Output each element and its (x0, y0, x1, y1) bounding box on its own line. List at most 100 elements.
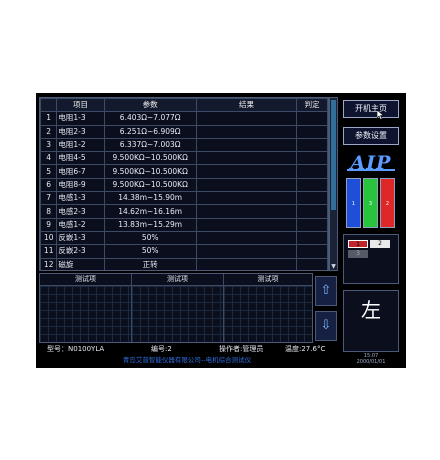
test-column-3: 测试项 (224, 274, 312, 342)
row-item-cell: 电阻6-7 (56, 164, 105, 179)
test-column-header: 测试项 (132, 274, 223, 286)
row-item-cell: 反嵌2-3 (56, 244, 105, 259)
row-index-cell: 8 (40, 204, 58, 219)
rgb-indicator-red: 2 (380, 178, 395, 228)
row-item-cell: 电阻8-9 (56, 177, 105, 193)
table-row[interactable]: 12 磁旋 正转 (40, 257, 328, 270)
clock: 15:07 2000/01/01 (343, 353, 399, 367)
row-param-cell: 50% (103, 244, 197, 259)
row-verdict-cell (296, 177, 328, 193)
row-result-cell (195, 204, 298, 219)
table-row[interactable]: 4 电阻4-5 9.500KΩ~10.500KΩ (40, 151, 328, 166)
row-result-cell (195, 111, 298, 126)
row-result-cell (195, 151, 298, 166)
row-param-cell: 6.403Ω~7.077Ω (103, 111, 197, 126)
row-verdict-cell (296, 230, 328, 246)
row-param-cell: 正转 (103, 257, 197, 270)
row-item-cell: 电阻2-3 (56, 124, 105, 139)
row-result-cell (195, 217, 298, 232)
row-verdict-cell (296, 217, 328, 232)
row-index-cell: 10 (40, 230, 58, 246)
row-item-cell: 磁旋 (56, 257, 105, 270)
model-label: 型号：N0100YLA (47, 345, 105, 353)
scrollbar-thumb[interactable] (331, 100, 336, 210)
table-row[interactable]: 8 电感2-3 14.62m~16.16m (40, 204, 328, 219)
row-index-cell: 11 (40, 244, 58, 259)
table-row[interactable]: 10 反嵌1-3 50% (40, 230, 328, 246)
row-index-cell: 7 (40, 191, 58, 206)
row-result-cell (195, 191, 298, 206)
row-item-cell: 电阻4-5 (56, 151, 105, 166)
channel-selector-panel: 1 2 3 (343, 234, 399, 284)
scroll-up-button[interactable]: ⇧ (315, 276, 337, 306)
row-index-cell: 6 (40, 177, 58, 193)
column-header-result: 结果 (195, 98, 298, 113)
row-item-cell: 电阻1-3 (56, 111, 105, 126)
mouse-cursor-icon (377, 110, 385, 120)
column-header-index (40, 98, 58, 113)
row-verdict-cell (296, 137, 328, 153)
row-param-cell: 13.83m~15.29m (103, 217, 197, 232)
temperature-label: 温度:27.6°C (285, 345, 326, 353)
side-label: 左 (361, 298, 381, 322)
column-header-item: 项目 (56, 98, 105, 113)
channel-2-button[interactable]: 2 (370, 240, 390, 248)
table-row[interactable]: 2 电阻2-3 6.251Ω~6.909Ω (40, 124, 328, 139)
parameter-table: 项目 参数 结果 判定 1 电阻1-3 6.403Ω~7.077Ω 2 电阻2-3 6.2… (40, 98, 328, 270)
arrow-down-icon: ⇩ (320, 318, 332, 333)
row-verdict-cell (296, 164, 328, 179)
scroll-down-icon[interactable]: ▼ (330, 263, 337, 270)
table-row[interactable]: 9 电感1-2 13.83m~15.29m (40, 217, 328, 232)
test-column-1: 测试项 (40, 274, 132, 342)
test-column-header: 测试项 (224, 274, 312, 286)
channel-3-button[interactable]: 3 (348, 250, 368, 258)
table-row[interactable]: 1 电阻1-3 6.403Ω~7.077Ω (40, 111, 328, 126)
table-row[interactable]: 7 电感1-3 14.38m~15.90m (40, 191, 328, 206)
row-param-cell: 50% (103, 230, 197, 246)
row-result-cell (195, 177, 298, 193)
rgb-indicator-green: 3 (363, 178, 378, 228)
test-waveform-grid (224, 286, 312, 342)
table-row[interactable]: 6 电阻8-9 9.500KΩ~10.500KΩ (40, 177, 328, 193)
table-row[interactable]: 3 电阻1-2 6.337Ω~7.003Ω (40, 137, 328, 153)
row-index-cell: 12 (40, 257, 58, 270)
table-row[interactable]: 5 电阻6-7 9.500KΩ~10.500KΩ (40, 164, 328, 179)
row-item-cell: 电感1-2 (56, 217, 105, 232)
company-footer: 青岛艾普智能仪器有限公司--电机综合测试仪 (122, 356, 252, 364)
table-body: 1 电阻1-3 6.403Ω~7.077Ω 2 电阻2-3 6.251Ω~6.909Ω 3 电… (40, 111, 328, 270)
row-verdict-cell (296, 124, 328, 139)
row-param-cell: 6.251Ω~6.909Ω (103, 124, 197, 139)
row-verdict-cell (296, 244, 328, 259)
row-result-cell (195, 244, 298, 259)
aip-logo: AIP (345, 152, 397, 174)
table-row[interactable]: 11 反嵌2-3 50% (40, 244, 328, 259)
start-page-button[interactable]: 开机主页 (343, 100, 399, 118)
column-header-verdict: 判定 (296, 98, 328, 113)
test-waveform-grid (132, 286, 223, 342)
row-item-cell: 电感1-3 (56, 191, 105, 206)
table-scrollbar[interactable]: ▼ (329, 97, 338, 271)
param-settings-button[interactable]: 参数设置 (343, 127, 399, 145)
parameter-table-panel: 项目 参数 结果 判定 1 电阻1-3 6.403Ω~7.077Ω 2 电阻2-3 6.2… (39, 97, 329, 271)
row-index-cell: 5 (40, 164, 58, 179)
row-verdict-cell (296, 191, 328, 206)
row-index-cell: 4 (40, 151, 58, 166)
clock-date: 2000/01/01 (356, 359, 386, 365)
arrow-up-icon: ⇧ (320, 283, 332, 298)
row-param-cell: 6.337Ω~7.003Ω (103, 137, 197, 153)
column-header-param: 参数 (103, 98, 197, 113)
row-verdict-cell (296, 257, 328, 270)
channel-1-button[interactable]: 1 (348, 240, 368, 248)
rgb-indicator-blue: 1 (346, 178, 361, 228)
row-index-cell: 3 (40, 137, 58, 153)
row-param-cell: 14.62m~16.16m (103, 204, 197, 219)
row-index-cell: 1 (40, 111, 58, 126)
test-waveform-grid (40, 286, 131, 342)
row-verdict-cell (296, 204, 328, 219)
scroll-down-button[interactable]: ⇩ (315, 311, 337, 341)
status-bar: 型号：N0100YLA 编号:2 操作者:管理员 温度:27.6°C (39, 344, 335, 354)
row-verdict-cell (296, 111, 328, 126)
test-item-panel: 测试项 测试项 测试项 (39, 273, 313, 343)
row-param-cell: 9.500KΩ~10.500KΩ (103, 164, 197, 179)
row-result-cell (195, 230, 298, 246)
